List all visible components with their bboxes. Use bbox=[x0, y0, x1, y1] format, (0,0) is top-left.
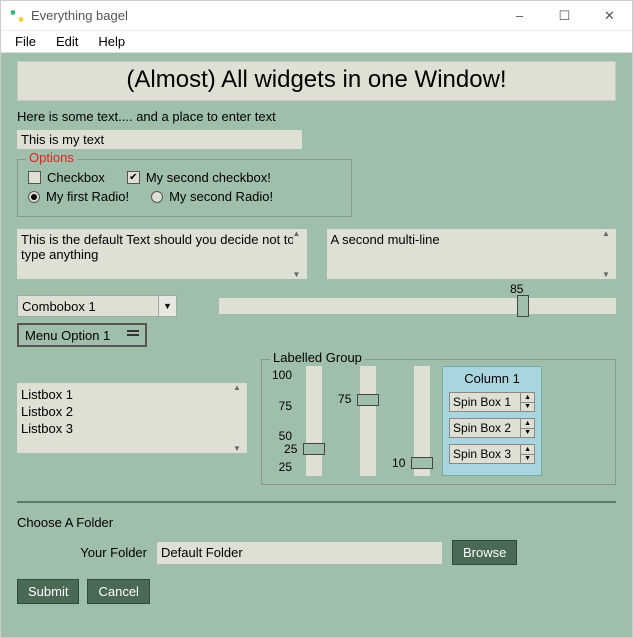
folder-label: Your Folder bbox=[17, 545, 147, 560]
minimize-button[interactable]: – bbox=[497, 1, 542, 31]
slider-thumb[interactable] bbox=[303, 443, 325, 455]
submit-button[interactable]: Submit bbox=[17, 579, 79, 604]
combobox[interactable]: Combobox 1 ▼ bbox=[17, 295, 177, 317]
cancel-button[interactable]: Cancel bbox=[87, 579, 149, 604]
option-menu[interactable]: Menu Option 1 bbox=[17, 323, 147, 347]
scrollbar-vertical[interactable]: ▲▼ bbox=[293, 229, 307, 279]
folder-input[interactable] bbox=[157, 542, 442, 564]
app-window: Everything bagel – ☐ ✕ File Edit Help (A… bbox=[0, 0, 633, 638]
multiline-2[interactable]: A second multi-line ▲▼ bbox=[327, 229, 617, 279]
radio-1[interactable]: My first Radio! bbox=[28, 189, 129, 204]
close-button[interactable]: ✕ bbox=[587, 1, 632, 31]
multiline-1[interactable]: This is the default Text should you deci… bbox=[17, 229, 307, 279]
spin-arrows-icon[interactable]: ▲▼ bbox=[520, 393, 534, 411]
menubar: File Edit Help bbox=[1, 31, 632, 53]
radio-2-label: My second Radio! bbox=[169, 189, 273, 204]
radio-1-label: My first Radio! bbox=[46, 189, 129, 204]
listbox[interactable]: Listbox 1 Listbox 2 Listbox 3 ▲▼ bbox=[17, 383, 247, 453]
options-legend: Options bbox=[26, 150, 77, 165]
slider-thumb[interactable] bbox=[357, 394, 379, 406]
scrollbar-vertical[interactable]: ▲▼ bbox=[233, 383, 247, 453]
list-item[interactable]: Listbox 2 bbox=[21, 403, 243, 420]
spinbox-2[interactable]: Spin Box 2 ▲▼ bbox=[449, 418, 535, 438]
multiline-row: This is the default Text should you deci… bbox=[17, 229, 616, 279]
titlebar: Everything bagel – ☐ ✕ bbox=[1, 1, 632, 31]
radio-2[interactable]: My second Radio! bbox=[151, 189, 273, 204]
separator bbox=[17, 501, 616, 503]
radio-icon bbox=[151, 191, 163, 203]
list-item[interactable]: Listbox 1 bbox=[21, 386, 243, 403]
menu-edit[interactable]: Edit bbox=[46, 32, 88, 51]
vertical-slider-2[interactable]: 75 bbox=[360, 366, 376, 476]
checkbox-2-label: My second checkbox! bbox=[146, 170, 271, 185]
spin-arrows-icon[interactable]: ▲▼ bbox=[520, 445, 534, 463]
vertical-slider-3[interactable]: 10 bbox=[414, 366, 430, 476]
checkbox-1-label: Checkbox bbox=[47, 170, 105, 185]
labelled-group-legend: Labelled Group bbox=[270, 350, 365, 365]
slider-thumb[interactable] bbox=[517, 295, 529, 317]
checkbox-1[interactable]: Checkbox bbox=[28, 170, 105, 185]
checkbox-icon: ✔ bbox=[127, 171, 140, 184]
chevron-down-icon: ▼ bbox=[158, 296, 176, 316]
option-menu-value: Menu Option 1 bbox=[25, 328, 110, 343]
checkbox-2[interactable]: ✔ My second checkbox! bbox=[127, 170, 271, 185]
vertical-slider-1[interactable]: 25 bbox=[306, 366, 322, 476]
folder-heading: Choose A Folder bbox=[17, 515, 616, 530]
menu-indicator-icon bbox=[127, 334, 139, 336]
menu-help[interactable]: Help bbox=[88, 32, 135, 51]
scrollbar-vertical[interactable]: ▲▼ bbox=[602, 229, 616, 279]
page-title: (Almost) All widgets in one Window! bbox=[17, 61, 616, 101]
menu-file[interactable]: File bbox=[5, 32, 46, 51]
column-1-title: Column 1 bbox=[464, 371, 520, 386]
slider-thumb[interactable] bbox=[411, 457, 433, 469]
app-icon bbox=[9, 8, 25, 24]
slider-ticks: 100 75 50 25 bbox=[270, 366, 294, 476]
browse-button[interactable]: Browse bbox=[452, 540, 517, 565]
options-frame: Options Checkbox ✔ My second checkbox! M… bbox=[17, 159, 352, 217]
window-title: Everything bagel bbox=[31, 8, 497, 23]
client-area: (Almost) All widgets in one Window! Here… bbox=[1, 53, 632, 637]
spinbox-3[interactable]: Spin Box 3 ▲▼ bbox=[449, 444, 535, 464]
labelled-group: Labelled Group 100 75 50 25 25 75 bbox=[261, 359, 616, 485]
text-input-1[interactable] bbox=[17, 130, 302, 149]
spin-arrows-icon[interactable]: ▲▼ bbox=[520, 419, 534, 437]
column-1: Column 1 Spin Box 1 ▲▼ Spin Box 2 ▲▼ Spi… bbox=[442, 366, 542, 476]
checkbox-icon bbox=[28, 171, 41, 184]
slider-value-label: 85 bbox=[510, 282, 523, 296]
maximize-button[interactable]: ☐ bbox=[542, 1, 587, 31]
combobox-value: Combobox 1 bbox=[22, 299, 96, 314]
intro-label: Here is some text.... and a place to ent… bbox=[17, 109, 616, 124]
horizontal-slider[interactable]: 85 bbox=[219, 298, 616, 314]
spinbox-1[interactable]: Spin Box 1 ▲▼ bbox=[449, 392, 535, 412]
list-item[interactable]: Listbox 3 bbox=[21, 420, 243, 437]
radio-icon bbox=[28, 191, 40, 203]
